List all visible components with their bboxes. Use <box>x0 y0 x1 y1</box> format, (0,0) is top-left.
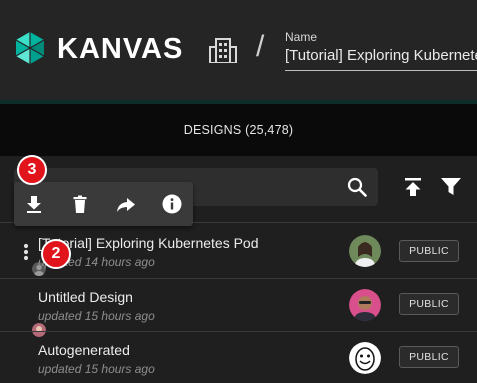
breadcrumb-separator: / <box>256 30 265 63</box>
design-title[interactable]: Autogenerated <box>38 342 130 358</box>
upload-icon[interactable] <box>404 177 422 197</box>
design-title[interactable]: [Tutorial] Exploring Kubernetes Pod <box>38 235 259 251</box>
info-icon[interactable] <box>162 194 182 214</box>
table-row[interactable]: [Tutorial] Exploring Kubernetes Pod upda… <box>0 222 477 276</box>
designs-count-heading: DESIGNS (25,478) <box>0 104 477 156</box>
design-updated: updated 15 hours ago <box>38 309 155 323</box>
delete-icon[interactable] <box>70 194 90 214</box>
design-actions-toolbar <box>14 182 193 226</box>
kanvas-logo-icon[interactable] <box>13 31 47 65</box>
share-icon[interactable] <box>116 194 136 214</box>
filter-icon[interactable] <box>441 178 461 196</box>
table-row[interactable]: Untitled Design updated 15 hours ago PUB… <box>0 278 477 337</box>
step-badge-3: 3 <box>17 155 47 185</box>
building-icon[interactable] <box>209 37 237 63</box>
more-vert-icon[interactable] <box>23 243 29 261</box>
user-avatar[interactable] <box>349 342 381 374</box>
design-name-input[interactable]: [Tutorial] Exploring Kubernetes Pod <box>285 45 477 71</box>
user-avatar[interactable] <box>349 235 381 267</box>
step-badge-2: 2 <box>41 239 71 269</box>
user-avatar[interactable] <box>349 289 381 321</box>
visibility-badge[interactable]: PUBLIC <box>399 293 459 315</box>
visibility-badge[interactable]: PUBLIC <box>399 346 459 368</box>
table-row[interactable]: Autogenerated updated 15 hours ago PUBLI… <box>0 331 477 383</box>
download-icon[interactable] <box>24 194 44 214</box>
visibility-badge[interactable]: PUBLIC <box>399 240 459 262</box>
design-updated: updated 15 hours ago <box>38 362 155 376</box>
search-icon[interactable] <box>347 177 367 197</box>
design-title[interactable]: Untitled Design <box>38 289 133 305</box>
name-field-label: Name <box>285 30 318 44</box>
logo-text[interactable]: KANVAS <box>57 33 183 65</box>
